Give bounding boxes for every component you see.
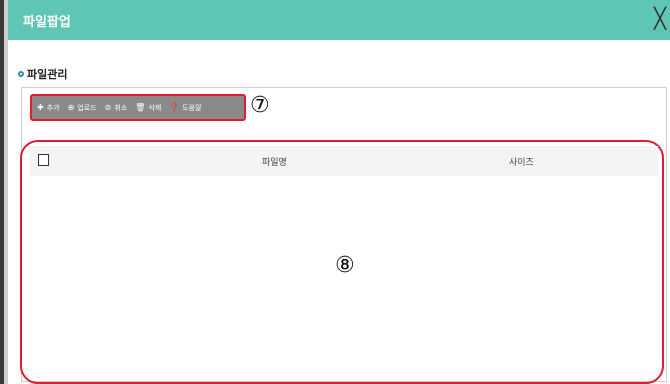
help-icon: ❓ <box>169 102 180 112</box>
cancel-button[interactable]: ⊘ 취소 <box>105 103 128 113</box>
column-header-filename[interactable]: 파일명 <box>262 155 287 168</box>
window-left-border <box>4 0 8 384</box>
plus-icon: ✚ <box>37 102 44 112</box>
bullet-icon <box>18 71 24 77</box>
cancel-button-label: 취소 <box>114 103 128 112</box>
add-button-label: 추가 <box>46 103 60 112</box>
section-title-label: 파일관리 <box>27 68 68 81</box>
callout-toolbar: ⑦ <box>250 93 270 118</box>
help-button-label: 도움말 <box>182 103 202 112</box>
callout-table: ⑧ <box>335 253 355 278</box>
add-button[interactable]: ✚ 추가 <box>37 103 60 113</box>
upload-button-label: 업로드 <box>77 103 97 112</box>
cancel-icon: ⊘ <box>104 102 112 112</box>
delete-button[interactable]: 🗑 삭제 <box>135 103 161 113</box>
column-header-size[interactable]: 사이즈 <box>509 155 534 168</box>
section-title: 파일관리 <box>18 66 67 82</box>
file-table-header: 파일명 사이즈 <box>30 146 658 176</box>
delete-button-label: 삭제 <box>148 103 162 112</box>
upload-icon: ⊕ <box>67 102 75 112</box>
help-button[interactable]: ❓ 도움말 <box>169 103 201 113</box>
close-icon[interactable]: ╳ <box>650 4 670 32</box>
popup-title: 파일팝업 <box>23 15 71 30</box>
select-all-checkbox[interactable] <box>38 154 49 166</box>
popup-titlebar: 파일팝업 ╳ <box>8 0 670 40</box>
upload-button[interactable]: ⊕ 업로드 <box>68 103 97 113</box>
trash-icon: 🗑 <box>135 102 146 112</box>
file-toolbar: ✚ 추가 ⊕ 업로드 ⊘ 취소 🗑 삭제 ❓ 도움말 <box>30 94 246 121</box>
